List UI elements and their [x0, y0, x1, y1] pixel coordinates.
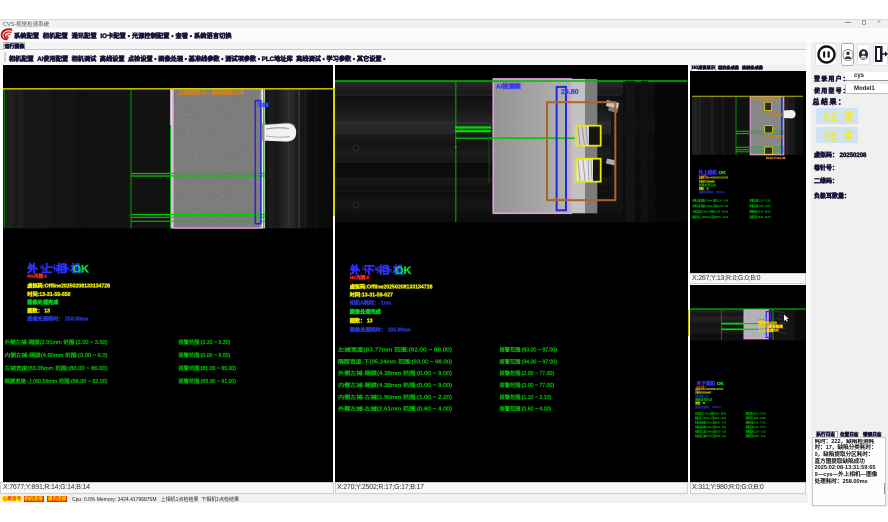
svg-text:报警范围:(2.00 ~ 77.00): 报警范围:(2.00 ~ 77.00)	[500, 381, 555, 389]
svg-text:图像处理完成: 图像处理完成	[350, 307, 382, 315]
svg-text:报警范围:(83.00 ~ 87.00): 报警范围:(83.00 ~ 87.00)	[500, 345, 558, 353]
svg-text:内侧左械-隔膜(4.38mm 范围:(0.00 ~ 9.00: 内侧左械-隔膜(4.38mm 范围:(0.00 ~ 9.00)	[338, 381, 452, 389]
svg-text:内侧左械-隔膜(4.38mm 范围:(0.00 ~ 9.00: 内侧左械-隔膜(4.38mm 范围:(0.00 ~ 9.00)	[695, 425, 726, 429]
svg-text:报警范围:(2.00 ~ 77.00): 报警范围:(2.00 ~ 77.00)	[746, 425, 766, 429]
svg-text:图像处理耗时： 183.00ms: 图像处理耗时： 183.00ms	[350, 325, 411, 333]
svg-text:报警范围:(1.10 ~ 2.10): 报警范围:(1.10 ~ 2.10)	[746, 429, 766, 433]
svg-text:图像处理耗时： 183.00ms: 图像处理耗时： 183.00ms	[695, 404, 721, 408]
svg-text:相机A耗时： 1ms: 相机A耗时： 1ms	[350, 298, 392, 306]
svg-text:外侧左械-隔膜(2.91mm 范围:(2.00 ~ 3.50: 外侧左械-隔膜(2.91mm 范围:(2.00 ~ 3.50)	[692, 198, 728, 202]
svg-text:图像处理完成: 图像处理完成	[27, 298, 59, 306]
svg-text:左械宽度(83.77mm 范围:(82.00 ~ 88.00: 左械宽度(83.77mm 范围:(82.00 ~ 88.00)	[695, 411, 726, 415]
svg-text:内侧左械-隔膜(4.60mm 范围:(3.00 ~ 6.0): 内侧左械-隔膜(4.60mm 范围:(3.00 ~ 6.0)	[692, 204, 728, 208]
svg-text:86.3, 46.38.4-88: 86.3, 46.38.4-88	[753, 97, 775, 101]
svg-text:OK: OK	[72, 263, 89, 275]
svg-text:报警范围:(0.00 ~ 8.00): 报警范围:(0.00 ~ 8.00)	[178, 351, 230, 359]
svg-text:图像处理耗时： 258.00ms: 图像处理耗时： 258.00ms	[27, 314, 88, 322]
svg-text:外侧左械-隔膜(4.38mm 范围:(0.00 ~ 9.00: 外侧左械-隔膜(4.38mm 范围:(0.00 ~ 9.00)	[338, 369, 452, 377]
svg-text:外侧左械-隔膜(2.91mm 范围:(2.00 ~ 3.50: 外侧左械-隔膜(2.91mm 范围:(2.00 ~ 3.50)	[4, 338, 107, 346]
svg-text:12.5 检测OK: 12.5 检测OK	[758, 327, 779, 332]
svg-text:NG光梳:0: NG光梳:0	[350, 273, 370, 280]
svg-text:左械宽度(83.77mm 范围:(82.00 ~ 88.00: 左械宽度(83.77mm 范围:(82.00 ~ 88.00)	[338, 345, 452, 353]
svg-text:图像处理耗时： 258.00ms: 图像处理耗时： 258.00ms	[699, 190, 725, 194]
svg-text:内侧左械-左械(1.90mm 范围:(1.00 ~ 2.20: 内侧左械-左械(1.90mm 范围:(1.00 ~ 2.20)	[695, 429, 726, 433]
svg-text:外侧左械-隔膜(4.38mm 范围:(0.00 ~ 9.00: 外侧左械-隔膜(4.38mm 范围:(0.00 ~ 9.00)	[695, 420, 726, 424]
svg-text:时间:13-31-59-627: 时间:13-31-59-627	[350, 290, 393, 298]
svg-text:报警范围:(81.00 ~ 85.00): 报警范围:(81.00 ~ 85.00)	[750, 209, 771, 213]
svg-text:隔膜宽度-下(95.24mm 范围:(93.00 ~ 98.: 隔膜宽度-下(95.24mm 范围:(93.00 ~ 98.00)	[695, 416, 726, 420]
svg-text:外侧左械-左械(2.61mm 范围:(0.60 ~ 4.00: 外侧左械-左械(2.61mm 范围:(0.60 ~ 4.00)	[338, 404, 452, 412]
svg-text:虚拟码:Offline20250208133134728: 虚拟码:Offline20250208133134728	[27, 281, 110, 289]
svg-text:报警范围:(2.20 ~ 3.20): 报警范围:(2.20 ~ 3.20)	[750, 198, 771, 202]
svg-text:报警范围:(94.00 ~ 97.00): 报警范围:(94.00 ~ 97.00)	[500, 357, 558, 365]
svg-text:报警范围:(0.60 ~ 4.00): 报警范围:(0.60 ~ 4.00)	[746, 434, 766, 438]
svg-text:内侧左械-隔膜(4.60mm 范围:(3.00 ~ 6.0): 内侧左械-隔膜(4.60mm 范围:(3.00 ~ 6.0)	[4, 351, 107, 359]
svg-text:报警范围:(94.00 ~ 97.00): 报警范围:(94.00 ~ 97.00)	[746, 416, 766, 420]
svg-text:时间:13-31-59-650: 时间:13-31-59-650	[27, 289, 70, 297]
svg-text:内侧左械-左械(1.90mm 范围:(1.00 ~ 2.20: 内侧左械-左械(1.90mm 范围:(1.00 ~ 2.20)	[338, 392, 452, 400]
svg-text:报警范围:(81.00 ~ 85.00): 报警范围:(81.00 ~ 85.00)	[178, 364, 236, 372]
svg-text:报警范围:(89.00 ~ 91.00): 报警范围:(89.00 ~ 91.00)	[750, 215, 771, 219]
svg-text:隔膜宽度-下(95.24mm 范围:(93.00 ~ 98.: 隔膜宽度-下(95.24mm 范围:(93.00 ~ 98.00)	[338, 357, 452, 365]
svg-text:图数： 13: 图数： 13	[27, 306, 50, 314]
svg-text:隔膜宽度-上(90.56mm 范围:(88.00 ~ 92.: 隔膜宽度-上(90.56mm 范围:(88.00 ~ 92.00)	[692, 215, 728, 219]
svg-text:报警范围:(1.10 ~ 2.10): 报警范围:(1.10 ~ 2.10)	[500, 392, 552, 400]
svg-text:报警范围:(2.20 ~ 3.20): 报警范围:(2.20 ~ 3.20)	[178, 338, 230, 346]
svg-text:OK: OK	[395, 265, 412, 277]
svg-text:29.80: 29.80	[561, 89, 579, 96]
svg-text:23.07 Pos1.8: 23.07 Pos1.8	[766, 134, 784, 138]
svg-text:隔膜宽度-上(90.56mm 范围:(88.00 ~ 92.: 隔膜宽度-上(90.56mm 范围:(88.00 ~ 92.00)	[4, 377, 107, 385]
svg-text:3.88: 3.88	[257, 103, 269, 109]
svg-text:83.64 Pos1.08: 83.64 Pos1.08	[766, 156, 786, 160]
svg-text:报警范围:(0.60 ~ 4.00): 报警范围:(0.60 ~ 4.00)	[500, 404, 552, 412]
svg-text:AI检测框: AI检测框	[496, 82, 522, 90]
svg-text:报警范围:(83.00 ~ 87.00): 报警范围:(83.00 ~ 87.00)	[746, 411, 766, 415]
svg-text:图数： 13: 图数： 13	[350, 316, 373, 324]
svg-text:NG光梳:1: NG光梳:1	[27, 272, 47, 279]
svg-text:左械宽度(83.05mm 范围:(80.00 ~ 86.00: 左械宽度(83.05mm 范围:(80.00 ~ 86.00)	[692, 209, 728, 213]
svg-text:外侧左械-左械(2.61mm 范围:(0.60 ~ 4.00: 外侧左械-左械(2.61mm 范围:(0.60 ~ 4.00)	[695, 434, 726, 438]
svg-text:虚拟码:Offline20250208133134728: 虚拟码:Offline20250208133134728	[350, 282, 433, 290]
svg-text:左械宽度(83.05mm 范围:(80.00 ~ 86.00: 左械宽度(83.05mm 范围:(80.00 ~ 86.00)	[4, 364, 107, 372]
svg-text:报警范围:(2.00 ~ 77.00): 报警范围:(2.00 ~ 77.00)	[746, 420, 766, 424]
svg-text:报警范围:(2.00 ~ 77.00): 报警范围:(2.00 ~ 77.00)	[500, 369, 555, 377]
svg-text:报警范围:(0.00 ~ 8.00): 报警范围:(0.00 ~ 8.00)	[750, 204, 771, 208]
svg-text:报警范围:(89.00 ~ 91.00): 报警范围:(89.00 ~ 91.00)	[178, 377, 236, 385]
svg-text:上限阈值:93, 动态阈值:100: 上限阈值:93, 动态阈值:100	[178, 88, 244, 96]
